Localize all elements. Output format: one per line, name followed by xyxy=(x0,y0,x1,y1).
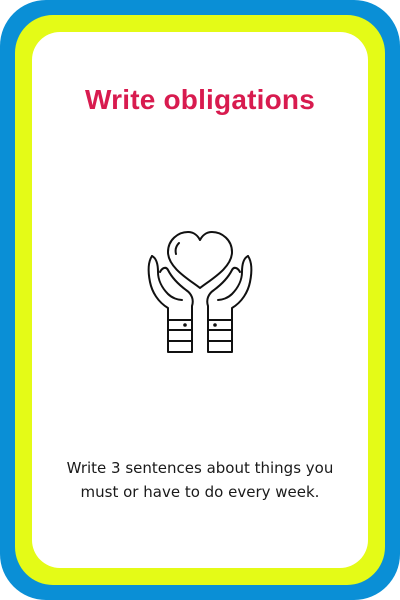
hands-holding-heart-icon xyxy=(138,228,262,356)
card-instructions: Write 3 sentences about things you must … xyxy=(66,459,334,501)
card-title: Write obligations xyxy=(85,84,315,115)
